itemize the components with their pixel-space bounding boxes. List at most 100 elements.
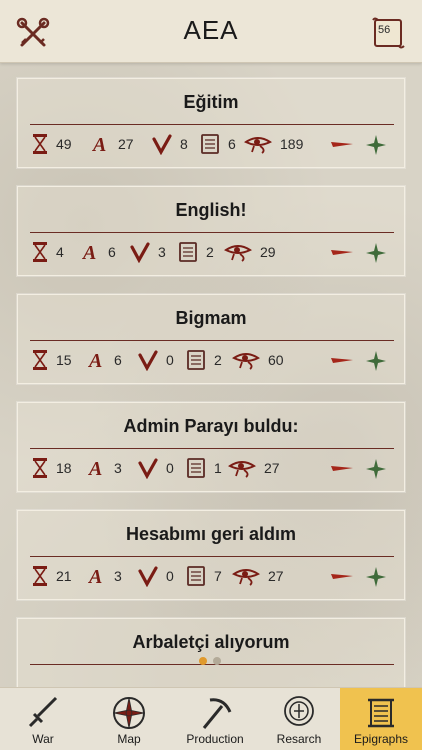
page-indicator xyxy=(199,657,223,665)
eye-of-horus-icon xyxy=(244,137,272,154)
red-feather-icon[interactable] xyxy=(330,463,354,473)
checkmark-icon xyxy=(138,566,158,587)
tablet-stat: 6 xyxy=(200,132,236,156)
green-star-icon[interactable] xyxy=(366,243,386,263)
check-stat: 3 xyxy=(130,240,166,264)
scroll-badge-icon[interactable]: 56 xyxy=(370,16,406,50)
eye-stat: 60 xyxy=(232,348,284,372)
tablet-icon xyxy=(187,458,205,478)
svg-text:A: A xyxy=(88,350,102,371)
pickaxe-icon xyxy=(202,698,232,729)
tablet-icon xyxy=(187,566,205,586)
glyph-a-icon: A xyxy=(88,350,102,371)
red-feather-icon[interactable] xyxy=(330,247,354,257)
epigraph-card[interactable]: Eğitim 49 A 27 8 6 189 xyxy=(17,78,405,168)
tab-map[interactable]: Map xyxy=(86,688,172,750)
green-star-icon[interactable] xyxy=(366,459,386,479)
sword-icon xyxy=(28,696,58,728)
checkmark-icon xyxy=(152,134,172,155)
eye-stat: 29 xyxy=(224,240,276,264)
letter-stat: A 6 xyxy=(82,242,116,263)
tablet-stat: 1 xyxy=(186,456,222,480)
letter-stat: A 3 xyxy=(88,458,122,479)
card-title: Bigmam xyxy=(175,308,247,328)
bottom-tab-bar: War Map Production Resarch Epigraphs xyxy=(0,687,422,750)
eye-of-horus-icon xyxy=(224,245,252,262)
epigraph-card[interactable]: Bigmam 15 A 6 0 2 60 xyxy=(17,294,405,384)
checkmark-icon xyxy=(138,350,158,371)
divider xyxy=(30,340,394,341)
hourglass-stat: 18 xyxy=(32,456,72,480)
page-title: AEA xyxy=(183,15,239,45)
card-title: Eğitim xyxy=(183,92,239,112)
eye-stat: 189 xyxy=(244,132,303,156)
check-stat: 8 xyxy=(152,132,188,156)
check-stat: 0 xyxy=(138,348,174,372)
svg-text:A: A xyxy=(88,566,102,587)
checkmark-icon xyxy=(130,242,150,263)
card-title: Arbaletçi alıyorum xyxy=(132,632,290,652)
epigraph-card[interactable]: English! 4 A 6 3 2 29 xyxy=(17,186,405,276)
eye-of-horus-icon xyxy=(228,461,256,478)
red-feather-icon[interactable] xyxy=(330,139,354,149)
tablet-stat: 2 xyxy=(186,348,222,372)
hourglass-icon xyxy=(33,134,47,154)
research-icon xyxy=(284,696,314,726)
eye-stat: 27 xyxy=(228,456,280,480)
green-star-icon[interactable] xyxy=(366,135,386,155)
tab-war[interactable]: War xyxy=(0,688,86,750)
check-stat: 0 xyxy=(138,564,174,588)
glyph-a-icon: A xyxy=(88,566,102,587)
page-dot xyxy=(213,657,221,665)
glyph-a-icon: A xyxy=(88,458,102,479)
tab-production[interactable]: Production xyxy=(172,688,258,750)
epigraph-card[interactable]: Arbaletçi alıyorum xyxy=(17,618,405,688)
hourglass-icon xyxy=(33,566,47,586)
card-actions xyxy=(330,351,390,371)
tablet-stat: 2 xyxy=(178,240,214,264)
hourglass-stat: 4 xyxy=(32,240,64,264)
divider xyxy=(30,124,394,125)
tablet-stat: 7 xyxy=(186,564,222,588)
top-bar: AEA 56 xyxy=(0,0,422,63)
compass-icon xyxy=(113,697,145,729)
page-dot-active xyxy=(199,657,207,665)
tablet-icon xyxy=(179,242,197,262)
red-feather-icon[interactable] xyxy=(330,571,354,581)
hourglass-icon xyxy=(33,458,47,478)
letter-stat: A 6 xyxy=(88,350,122,371)
green-star-icon[interactable] xyxy=(366,351,386,371)
letter-stat: A 27 xyxy=(92,134,134,155)
eye-of-horus-icon xyxy=(232,569,260,586)
tab-research[interactable]: Resarch xyxy=(258,688,340,750)
card-title: English! xyxy=(175,200,247,220)
scroll-count: 56 xyxy=(378,24,391,36)
epigraph-card[interactable]: Hesabımı geri aldım 21 A 3 0 7 27 xyxy=(17,510,405,600)
divider xyxy=(30,556,394,557)
epigraph-card[interactable]: Admin Parayı buldu: 18 A 3 0 1 27 xyxy=(17,402,405,492)
hourglass-stat: 15 xyxy=(32,348,72,372)
card-actions xyxy=(330,243,390,263)
svg-text:A: A xyxy=(88,458,102,479)
card-actions xyxy=(330,135,390,155)
hourglass-stat: 21 xyxy=(32,564,72,588)
green-star-icon[interactable] xyxy=(366,567,386,587)
divider xyxy=(30,232,394,233)
card-title: Admin Parayı buldu: xyxy=(123,416,299,436)
hourglass-stat: 49 xyxy=(32,132,72,156)
tablet-icon xyxy=(187,350,205,370)
red-feather-icon[interactable] xyxy=(330,355,354,365)
svg-text:A: A xyxy=(82,242,96,263)
hourglass-icon xyxy=(33,242,47,262)
hourglass-icon xyxy=(33,350,47,370)
letter-stat: A 3 xyxy=(88,566,122,587)
card-actions xyxy=(330,567,390,587)
glyph-a-icon: A xyxy=(92,134,106,155)
svg-text:A: A xyxy=(92,134,106,155)
tab-epigraphs[interactable]: Epigraphs xyxy=(340,688,422,750)
card-title: Hesabımı geri aldım xyxy=(125,524,297,544)
glyph-a-icon: A xyxy=(82,242,96,263)
epigraph-list[interactable]: Eğitim 49 A 27 8 6 189 English! 4 A 6 3 … xyxy=(0,62,422,688)
eye-of-horus-icon xyxy=(232,353,260,370)
checkmark-icon xyxy=(138,458,158,479)
